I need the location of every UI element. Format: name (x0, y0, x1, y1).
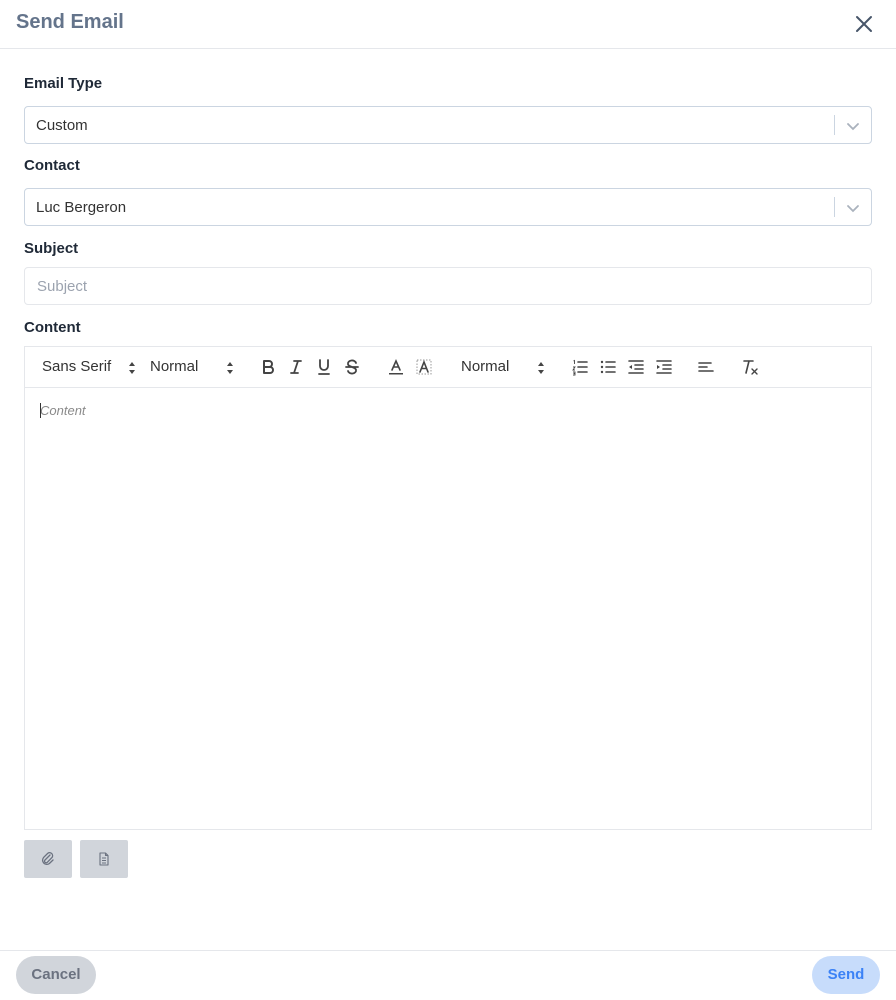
updown-arrows-icon (129, 362, 135, 374)
chevron-down-icon[interactable] (845, 118, 861, 134)
bold-icon[interactable] (259, 358, 277, 376)
heading-picker-label: Normal (461, 358, 510, 375)
select-separator (834, 197, 835, 217)
ordered-list-icon[interactable] (571, 358, 589, 376)
content-placeholder: Content (40, 403, 86, 418)
contact-select[interactable]: Luc Bergeron (24, 188, 872, 226)
text-caret (40, 403, 41, 418)
attach-document-button[interactable] (80, 840, 128, 878)
content-label: Content (24, 319, 81, 336)
paperclip-icon (41, 852, 54, 866)
updown-arrows-icon (538, 362, 544, 374)
select-separator (834, 115, 835, 135)
contact-value: Luc Bergeron (36, 199, 127, 216)
clear-formatting-icon[interactable] (741, 358, 759, 376)
underline-icon[interactable] (315, 358, 333, 376)
dialog-footer: Cancel Send (0, 950, 896, 1000)
cancel-button[interactable]: Cancel (16, 956, 96, 994)
background-color-icon[interactable] (415, 358, 433, 376)
bullet-list-icon[interactable] (599, 358, 617, 376)
send-button[interactable]: Send (812, 956, 880, 994)
contact-label: Contact (24, 157, 80, 174)
dialog-header: Send Email (0, 0, 896, 49)
size-picker-label: Normal (150, 358, 199, 375)
font-picker-label: Sans Serif (42, 358, 112, 375)
subject-input[interactable] (24, 267, 872, 305)
heading-picker[interactable]: Normal (461, 358, 545, 378)
text-color-icon[interactable] (387, 358, 405, 376)
rich-text-editor: Sans Serif Normal Normal Content (24, 346, 872, 830)
outdent-icon[interactable] (627, 358, 645, 376)
content-editor[interactable]: Content (25, 389, 871, 829)
strikethrough-icon[interactable] (343, 358, 361, 376)
size-picker[interactable]: Normal (150, 358, 234, 378)
email-type-select[interactable]: Custom (24, 106, 872, 144)
font-picker[interactable]: Sans Serif (42, 358, 136, 378)
italic-icon[interactable] (287, 358, 305, 376)
email-type-label: Email Type (24, 75, 103, 92)
align-left-icon[interactable] (697, 358, 715, 376)
dialog-title: Send Email (16, 11, 124, 33)
chevron-down-icon[interactable] (845, 200, 861, 216)
document-icon (99, 852, 109, 866)
close-icon[interactable] (852, 12, 876, 36)
email-type-value: Custom (36, 117, 88, 134)
attach-file-button[interactable] (24, 840, 72, 878)
subject-label: Subject (24, 240, 79, 257)
editor-toolbar: Sans Serif Normal Normal (25, 347, 871, 388)
indent-icon[interactable] (655, 358, 673, 376)
updown-arrows-icon (227, 362, 233, 374)
